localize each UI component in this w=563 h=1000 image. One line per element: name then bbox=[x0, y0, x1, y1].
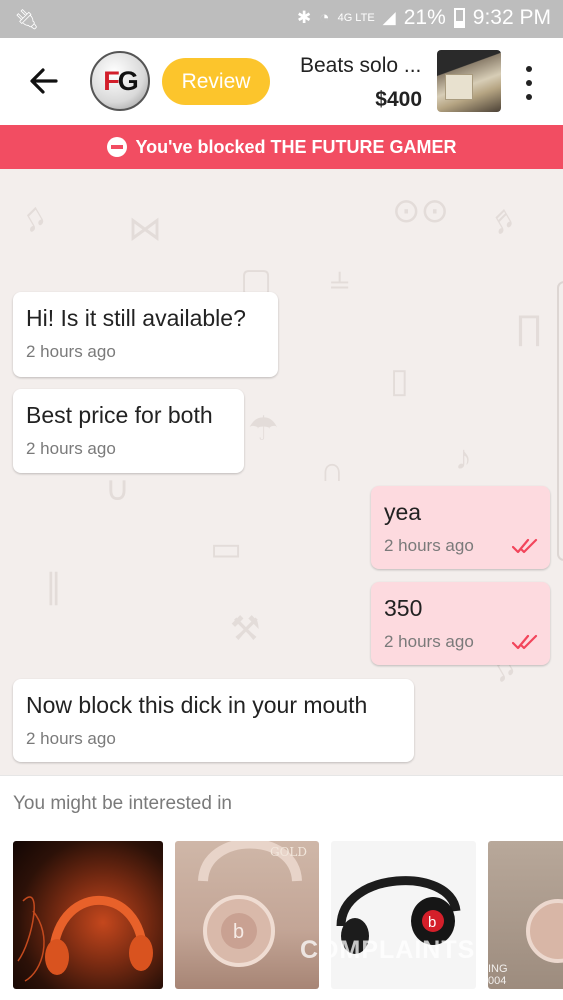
chat-header: FG Review Beats solo ... $400 bbox=[0, 38, 563, 125]
message-time: 2 hours ago bbox=[384, 536, 474, 555]
headphones-doodle-icon: ∩ bbox=[320, 451, 345, 489]
shoe-doodle-icon: ⫨ bbox=[330, 259, 350, 297]
signal-icon: ◢ bbox=[382, 8, 396, 27]
product-thumbnail[interactable] bbox=[437, 50, 501, 112]
read-receipt-icon bbox=[512, 634, 538, 650]
battery-icon bbox=[453, 8, 465, 28]
pants-doodle-icon: ∏ bbox=[515, 309, 543, 347]
saxophone-doodle-icon: ♪ bbox=[455, 439, 472, 477]
wifi-icon: ◔ bbox=[319, 8, 330, 27]
orange-headphones-image bbox=[17, 895, 153, 982]
arrow-left-icon[interactable] bbox=[28, 62, 60, 100]
message-bubble-outgoing[interactable]: 350 2 hours ago bbox=[371, 582, 550, 665]
blocked-icon bbox=[106, 137, 127, 157]
scroll-indicator[interactable] bbox=[557, 281, 563, 561]
bowtie-doodle-icon: ⋈ bbox=[128, 210, 162, 248]
svg-text:b: b bbox=[233, 921, 244, 943]
battery-percent: 21% bbox=[403, 6, 446, 29]
message-time: 2 hours ago bbox=[26, 439, 116, 458]
skis-doodle-icon: ∥ bbox=[45, 568, 62, 606]
blocked-banner-text: You've blocked THE FUTURE GAMER bbox=[135, 136, 457, 157]
message-text: Now block this dick in your mouth bbox=[26, 692, 368, 718]
clock: 9:32 PM bbox=[472, 6, 551, 29]
watermark-text: COMPLAINTS bbox=[300, 936, 476, 964]
magnet-doodle-icon: ∪ bbox=[105, 470, 130, 508]
message-time: 2 hours ago bbox=[26, 729, 116, 748]
chat-area[interactable]: ♫ ⋈ ⊙⊙ ♬ ▢ ⫨ ∏ ▯ ☂ ∩ ♪ ∪ ▭ ∥ ⚒ ♫ Hi! Is … bbox=[0, 169, 563, 775]
blocked-banner: You've blocked THE FUTURE GAMER bbox=[0, 125, 563, 169]
avatar-letter-f: F bbox=[103, 65, 119, 96]
rose-gold-headphones-image: b bbox=[198, 841, 302, 967]
svg-text:b: b bbox=[428, 914, 436, 931]
message-text: Best price for both bbox=[26, 402, 213, 428]
product-price: $400 bbox=[375, 88, 422, 111]
trumpet-doodle-icon: ♬ bbox=[480, 193, 529, 244]
trumpet-doodle-icon: ♫ bbox=[11, 195, 54, 241]
phone-doodle-icon: ▯ bbox=[390, 362, 409, 400]
avatar-letter-g: G bbox=[117, 65, 139, 96]
suggestion-card[interactable]: b bbox=[331, 841, 476, 989]
gameboy-doodle-icon: ▭ bbox=[210, 530, 243, 568]
more-vertical-icon[interactable] bbox=[519, 66, 539, 100]
product-title[interactable]: Beats solo ... bbox=[300, 54, 421, 78]
read-receipt-icon bbox=[512, 538, 538, 554]
black-headphones-image: b bbox=[336, 876, 461, 954]
bluetooth-icon: ✱ bbox=[297, 8, 312, 27]
message-bubble-outgoing[interactable]: yea 2 hours ago bbox=[371, 486, 550, 569]
message-bubble-incoming[interactable]: Hi! Is it still available? 2 hours ago bbox=[13, 292, 278, 377]
umbrella-doodle-icon: ☂ bbox=[248, 410, 279, 448]
watermark-subtext: ING 004 bbox=[488, 963, 508, 987]
message-text: yea bbox=[384, 499, 422, 525]
suggestion-card[interactable] bbox=[13, 841, 163, 989]
product-label: GOLD bbox=[269, 845, 307, 859]
seller-avatar[interactable]: FG bbox=[90, 51, 150, 111]
status-bar: 🔌︎ ✱ ◔ 4G LTE ◢ 21% 9:32 PM bbox=[0, 0, 563, 38]
network-type-label: 4G LTE bbox=[337, 12, 375, 24]
bicycle-doodle-icon: ⊙⊙ bbox=[392, 192, 449, 230]
status-icons: ✱ ◔ 4G LTE ◢ 21% 9:32 PM bbox=[297, 6, 551, 30]
message-bubble-incoming[interactable]: Now block this dick in your mouth 2 hour… bbox=[13, 679, 414, 762]
suggestions-panel: You might be interested in GOLD b b COMP… bbox=[0, 775, 563, 1000]
message-time: 2 hours ago bbox=[384, 632, 474, 651]
message-text: Hi! Is it still available? bbox=[26, 305, 246, 331]
message-time: 2 hours ago bbox=[26, 342, 116, 361]
message-bubble-incoming[interactable]: Best price for both 2 hours ago bbox=[13, 389, 244, 473]
suggestions-title: You might be interested in bbox=[13, 793, 233, 814]
review-button[interactable]: Review bbox=[162, 58, 270, 105]
suggestion-card[interactable]: GOLD b bbox=[175, 841, 319, 989]
usb-icon: 🔌︎ bbox=[14, 9, 40, 31]
drill-doodle-icon: ⚒ bbox=[230, 610, 261, 648]
message-text: 350 bbox=[384, 595, 423, 621]
